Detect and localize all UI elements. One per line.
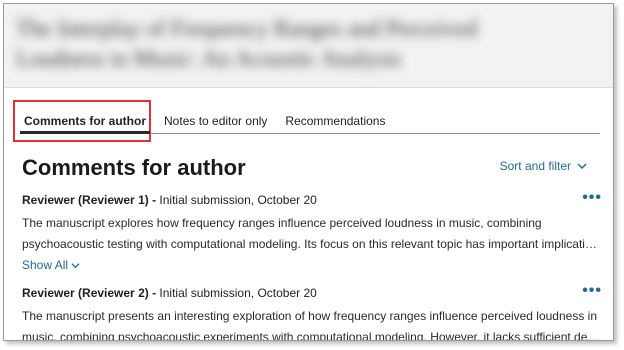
sort-filter-label: Sort and filter (499, 159, 571, 173)
tab-recommendations[interactable]: Recommendations (281, 108, 389, 134)
more-options-icon[interactable]: ••• (582, 190, 602, 206)
review-meta: Initial submission, October 20 (159, 286, 317, 300)
review-text: The manuscript explores how frequency ra… (22, 213, 602, 255)
review-text-line: music, combining psychoacoustic experime… (22, 330, 602, 341)
show-all-link[interactable]: Show All (22, 258, 602, 272)
review-text-line: psychoacoustic testing with computationa… (22, 237, 602, 251)
review-text: The manuscript presents an interesting e… (22, 306, 602, 341)
tab-comments-for-author[interactable]: Comments for author (20, 108, 151, 134)
sort-filter-button[interactable]: Sort and filter (500, 159, 587, 173)
review-text-line: The manuscript presents an interesting e… (22, 309, 598, 323)
chevron-down-icon (577, 161, 587, 171)
review-header: Reviewer (Reviewer 2) - Initial submissi… (22, 285, 602, 301)
review-meta: Initial submission, October 20 (159, 193, 317, 207)
review-item: Reviewer (Reviewer 1) - Initial submissi… (22, 190, 602, 273)
reviewer-name: Reviewer (Reviewer 2) (22, 286, 149, 300)
review-header: Reviewer (Reviewer 1) - Initial submissi… (22, 192, 602, 208)
tab-bar: Comments for author Notes to editor only… (20, 108, 600, 134)
show-all-label: Show All (22, 258, 69, 272)
review-panel: The Interplay of Frequency Ranges and Pe… (3, 3, 614, 341)
tab-notes-to-editor[interactable]: Notes to editor only (160, 108, 271, 134)
review-separator: - (148, 286, 160, 300)
review-item: Reviewer (Reviewer 2) - Initial submissi… (22, 283, 602, 341)
chevron-down-icon (71, 261, 80, 270)
review-text-line: The manuscript explores how frequency ra… (22, 216, 542, 230)
reviewer-name: Reviewer (Reviewer 1) (22, 193, 149, 207)
manuscript-header: The Interplay of Frequency Ranges and Pe… (4, 4, 613, 88)
review-separator: - (148, 193, 160, 207)
page-title: Comments for author (22, 155, 246, 180)
manuscript-title: The Interplay of Frequency Ranges and Pe… (16, 16, 478, 71)
more-options-icon[interactable]: ••• (582, 283, 602, 299)
